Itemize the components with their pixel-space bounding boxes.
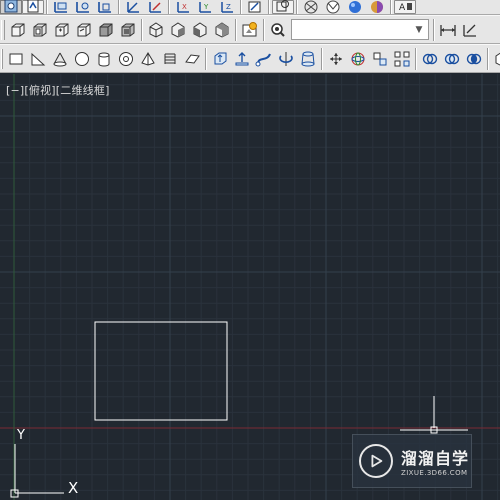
interfere-icon[interactable] [117,19,139,41]
ucs-rotate-z-icon[interactable]: Z [216,0,238,14]
imprint-icon[interactable] [211,19,233,41]
presspull-icon[interactable] [231,48,253,70]
sphere-icon[interactable] [71,48,93,70]
play-logo-icon [359,444,393,478]
thicken-icon[interactable] [167,19,189,41]
crosshair-cursor [400,396,468,434]
toolbar-row-modeling: ▼ [0,15,500,44]
subtract-icon[interactable] [73,19,95,41]
ucs-world-icon[interactable] [0,0,22,14]
ucs-previous-icon[interactable] [22,0,44,14]
watermark-url: ZIXUE.3D66.COM [401,469,468,477]
solid-intersect-icon[interactable] [463,48,485,70]
sweep-icon[interactable] [253,48,275,70]
ucs-origin-icon[interactable] [122,0,144,14]
visual-style-realistic-icon[interactable] [344,0,366,14]
cone-icon[interactable] [49,48,71,70]
toolbar-separator [433,18,435,41]
visual-style-2d-icon[interactable] [272,0,294,14]
cylinder-icon[interactable] [93,48,115,70]
intersect-icon[interactable] [95,19,117,41]
ucs-icon: Y X [10,428,78,498]
render-icon[interactable] [239,19,261,41]
visual-style-combo[interactable]: ▼ [291,19,429,40]
toolbar-separator [118,0,120,14]
wedge-icon[interactable] [29,19,51,41]
ucs-rotate-y-icon[interactable]: Y [194,0,216,14]
pyramid-icon[interactable] [137,48,159,70]
toolbar-separator [296,0,298,14]
toolbar-separator [168,0,170,14]
solid-union-icon[interactable] [419,48,441,70]
visual-style-conceptual-icon[interactable] [366,0,388,14]
drawing-viewport[interactable]: Y X [−][俯视][二维线框] 溜溜自学 ZIXUE.3D66.COM [0,74,500,500]
visual-style-manager-icon[interactable] [267,19,289,41]
toolbar-separator [235,18,237,41]
linear-dimension-icon[interactable] [437,19,459,41]
torus-icon[interactable] [115,48,137,70]
viewport-controls-label[interactable]: [−][俯视][二维线框] [6,82,110,98]
visual-style-wireframe-icon[interactable] [300,0,322,14]
ucs-object-icon[interactable] [72,0,94,14]
toolbar-grip[interactable] [1,19,5,40]
ucs-face-icon[interactable] [50,0,72,14]
ucs-x-label: X [68,479,78,497]
union-icon[interactable] [51,19,73,41]
ucs-zaxis-vector-icon[interactable] [144,0,166,14]
toolbar-separator [141,18,143,41]
ucs-view-icon[interactable] [94,0,116,14]
extract-edges-icon[interactable] [189,19,211,41]
ucs-rotate-x-icon[interactable]: X [172,0,194,14]
toolbar-row-primitives [0,44,500,73]
toolbar-grip[interactable] [1,48,3,69]
polysolid-icon[interactable] [5,48,27,70]
svg-text:X: X [182,3,187,11]
3d-move-icon[interactable] [325,48,347,70]
annotation-scale-icon[interactable]: A [394,0,416,14]
rectangle-object[interactable] [94,321,228,421]
toolbar-separator [205,47,207,70]
solid-subtract-icon[interactable] [441,48,463,70]
toolbar-separator [46,0,48,14]
toolbar-row-top: X Y Z A [0,0,500,15]
watermark-brand: 溜溜自学 [401,449,470,468]
toolbar-separator [263,18,265,41]
toolbar-separator [240,0,242,14]
toolbar-separator [487,47,489,70]
3d-rotate-icon[interactable] [347,48,369,70]
3d-align-icon[interactable] [369,48,391,70]
toolbar-separator [321,47,323,70]
ucs-apply-icon[interactable] [244,0,266,14]
3d-orbit-icon[interactable] [491,48,500,70]
revolve-icon[interactable] [275,48,297,70]
toolbar-separator [268,0,270,14]
toolbar-separator [415,47,417,70]
visual-style-hidden-icon[interactable] [322,0,344,14]
aligned-dimension-icon[interactable] [459,19,481,41]
svg-text:A: A [399,3,406,13]
ucs-y-label: Y [16,428,25,443]
planar-surface-icon[interactable] [181,48,203,70]
helix-icon[interactable] [159,48,181,70]
slice-icon[interactable] [145,19,167,41]
chevron-down-icon[interactable]: ▼ [412,20,426,39]
wedge-primitive-icon[interactable] [27,48,49,70]
watermark-badge: 溜溜自学 ZIXUE.3D66.COM [352,434,472,488]
box-icon[interactable] [7,19,29,41]
3d-array-icon[interactable] [391,48,413,70]
svg-text:Z: Z [226,3,231,11]
loft-icon[interactable] [297,48,319,70]
extrude-icon[interactable] [209,48,231,70]
svg-text:Y: Y [203,3,209,11]
toolbar-separator [390,0,392,14]
